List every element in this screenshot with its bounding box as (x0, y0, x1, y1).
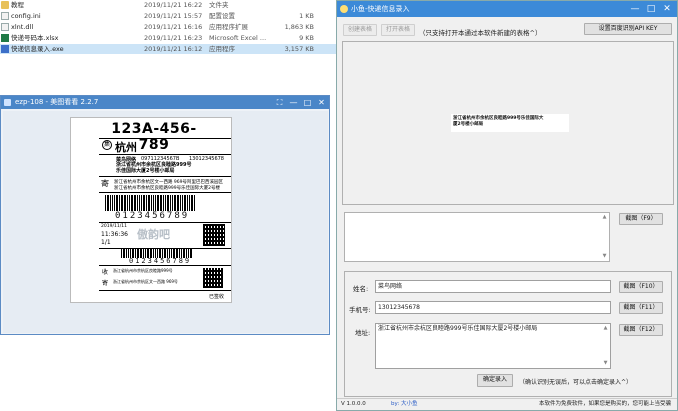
confirm-hint: （确认识别无误后，可以点击确定录入^） (519, 379, 633, 386)
dll-file-icon (1, 23, 9, 31)
waybill-qr-code-1 (203, 224, 225, 246)
waybill-small-line-2: 浙江省杭州市余杭区文一西路 969号 (113, 279, 178, 284)
name-field[interactable]: 菜鸟网络 (375, 280, 611, 293)
viewer-titlebar[interactable]: ezp-108 - 美图看看 2.2.7 ⛶ — □ ✕ (1, 96, 329, 109)
address-scroll-up-icon[interactable]: ▲ (602, 325, 609, 332)
waybill-sender-mark: 寄 (101, 179, 109, 188)
address-field[interactable]: 浙江省杭州市余杭区良睦路999号乐佳国际大厦2号楼小邮局 ▲ ▼ (375, 323, 611, 369)
app-close-button[interactable]: ✕ (659, 1, 675, 17)
status-note: 本软件为免费软件，如果您是购买的，您可能上当受骗 (538, 401, 671, 407)
ini-file-icon (1, 12, 9, 20)
file-explorer-list: 教程 2019/11/21 16:22 文件夹 config.ini 2019/… (0, 0, 336, 96)
waybill-image: 123A-456-789 集 杭州 菜鸟网络 09711234567B 1301… (70, 117, 232, 303)
address-value: 浙江省杭州市余杭区良睦路999号乐佳国际大厦2号楼小邮局 (378, 325, 538, 332)
waybill-info-time: 11:36:36 (101, 231, 128, 238)
screenshot-f12-button[interactable]: 截图（F12） (619, 324, 663, 336)
exe-file-icon (1, 45, 9, 53)
status-bar: V 1.0.0.0 by: 大小鱼 本软件为免费软件，如果您是购买的，您可能上当… (337, 398, 677, 410)
waybill-info-page: 1/1 (101, 239, 111, 246)
phone-label: 手机号: (349, 306, 371, 314)
waybill-signed-label: 已签收 (209, 294, 225, 300)
viewer-close-button[interactable]: ✕ (316, 96, 327, 109)
fish-app-icon (340, 5, 348, 13)
express-entry-app-window: 小鱼-快递信息录入 — □ ✕ 创建表格 打开表格 （只支持打开本通过本软件新建… (336, 0, 678, 411)
waybill-secondary-digits: 0123456789 (129, 257, 192, 265)
folder-icon (1, 1, 9, 9)
address-scroll-down-icon[interactable]: ▼ (602, 360, 609, 367)
screenshot-f10-button[interactable]: 截图（F10） (619, 281, 663, 293)
waybill-main-barcode (105, 195, 196, 211)
excel-file-icon (1, 34, 9, 42)
file-row-dll[interactable]: xlnt.dll 2019/11/21 16:16 应用程序扩展 1,863 K… (0, 22, 336, 32)
viewer-minimize-button[interactable]: — (288, 96, 299, 109)
screenshot-f9-button[interactable]: 截图（F9） (619, 213, 663, 225)
waybill-receive-mark: 收 (102, 269, 109, 276)
waybill-sender-mark-2: 寄 (102, 280, 109, 287)
waybill-small-line-1: 浙江省杭州市余杭区良睦路999号 (113, 268, 173, 273)
waybill-watermark: 傲韵吧 (137, 228, 170, 241)
scroll-up-icon[interactable]: ▲ (601, 214, 608, 221)
viewer-restore-icon[interactable]: ⛶ (274, 96, 285, 109)
app-title: 小鱼-快递信息录入 (351, 5, 410, 13)
file-row-tutorial[interactable]: 教程 2019/11/21 16:22 文件夹 (0, 0, 336, 10)
address-label: 地址: (355, 329, 371, 337)
status-version: V 1.0.0.0 (341, 401, 366, 407)
set-baidu-api-key-button[interactable]: 设置百度识别API KEY (584, 23, 672, 35)
app-maximize-button[interactable]: □ (643, 1, 659, 17)
waybill-recipient-address: 浙江省杭州市余杭区良睦路999号乐佳国际大厦2号楼小邮局 (116, 162, 192, 174)
waybill-info-date: 2019/11/11 (101, 224, 127, 229)
waybill-sender-line-2: 浙江省杭州市余杭区良睦路999号乐佳国际大厦2号楼 (114, 186, 220, 191)
screenshot-f11-button[interactable]: 截图（F11） (619, 302, 663, 314)
scroll-down-icon[interactable]: ▼ (601, 253, 608, 260)
waybill-qr-code-2 (203, 268, 223, 288)
ocr-result-textarea[interactable]: ▲ ▼ (344, 212, 610, 262)
preview-crop-image: 浙江省杭州市余杭区良睦路999号乐佳国际大 厦2号楼小邮局 (451, 114, 569, 132)
viewer-maximize-button[interactable]: □ (302, 96, 313, 109)
waybill-city: 杭州 (115, 141, 137, 154)
phone-field[interactable]: 13012345678 (375, 301, 611, 314)
open-table-button[interactable]: 打开表格 (381, 24, 415, 36)
viewer-title: ezp-108 - 美图看看 2.2.7 (15, 98, 99, 106)
file-row-exe[interactable]: 快递信息录入.exe 2019/11/21 16:12 应用程序 3,157 K… (0, 44, 336, 54)
waybill-collect-mark: 集 (102, 140, 112, 150)
status-author-link[interactable]: by: 大小鱼 (391, 399, 417, 410)
create-table-button[interactable]: 创建表格 (343, 24, 377, 36)
name-label: 姓名: (353, 285, 369, 293)
waybill-barcode-digits: 0123456789 (115, 211, 190, 221)
screenshot-preview-panel: 浙江省杭州市余杭区良睦路999号乐佳国际大 厦2号楼小邮局 (342, 41, 674, 205)
viewer-app-icon (4, 99, 11, 106)
app-minimize-button[interactable]: — (627, 1, 643, 17)
app-titlebar[interactable]: 小鱼-快递信息录入 — □ ✕ (337, 1, 677, 17)
open-table-hint: （只支持打开本通过本软件新建的表格^） (419, 29, 542, 37)
confirm-entry-button[interactable]: 确定录入 (477, 374, 513, 387)
file-row-config[interactable]: config.ini 2019/11/21 15:57 配置设置 1 KB (0, 11, 336, 21)
file-row-xlsx[interactable]: 快递号码本.xlsx 2019/11/21 16:23 Microsoft Ex… (0, 33, 336, 43)
waybill-tracking-number: 123A-456-789 (111, 121, 197, 153)
